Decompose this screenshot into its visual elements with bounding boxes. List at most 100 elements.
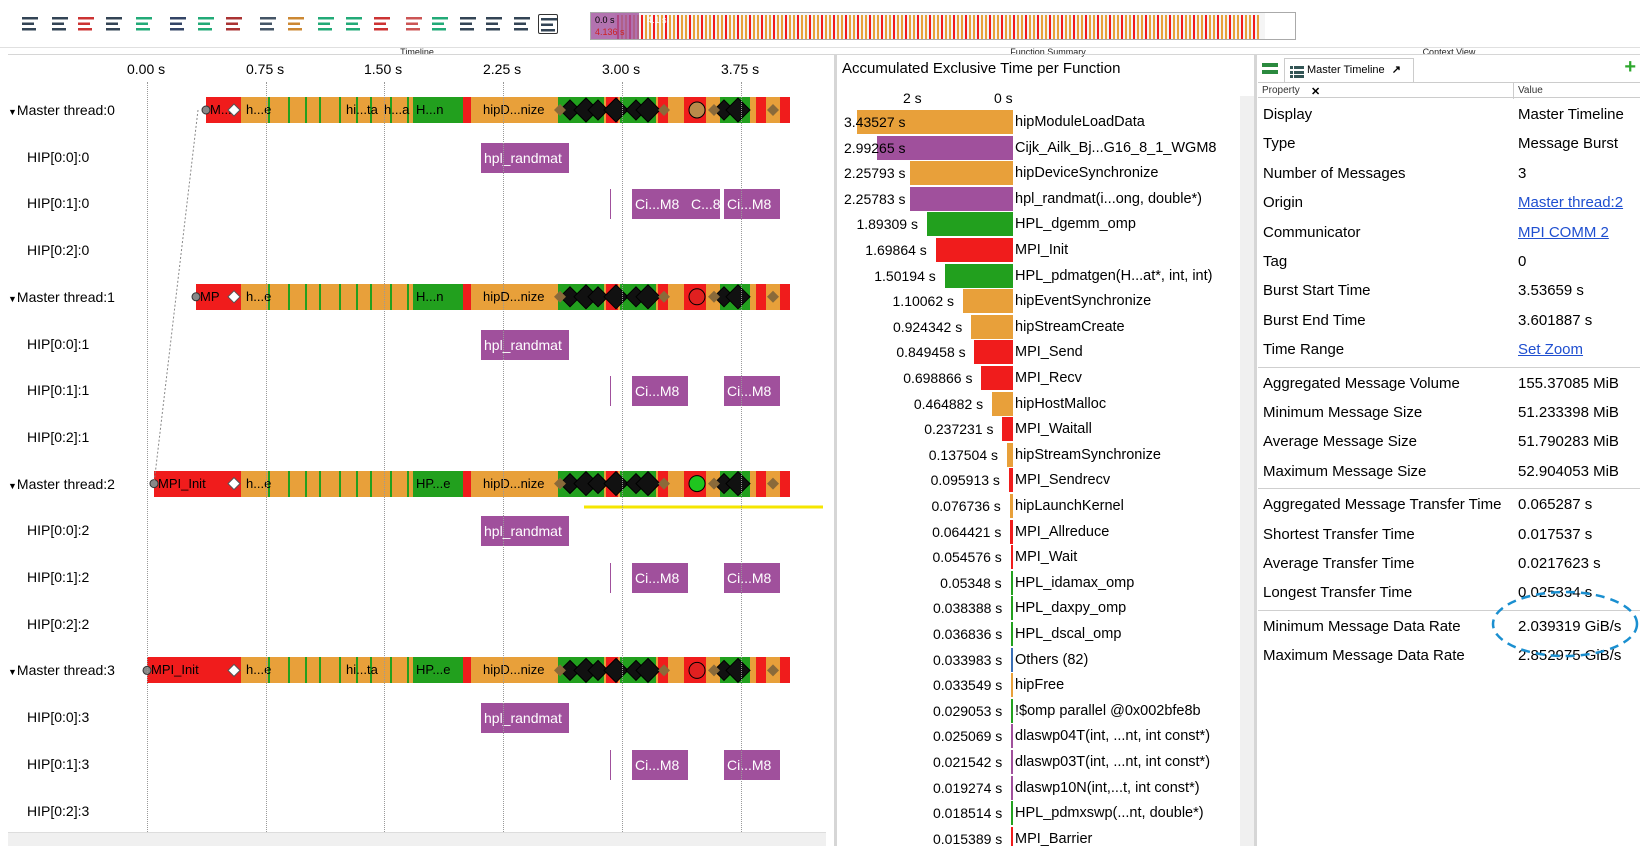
timeline-view-icon[interactable]: [1262, 62, 1278, 76]
expand-caret-icon[interactable]: ▼: [8, 481, 17, 491]
master-thread-activity-bar[interactable]: M... h...e hi...ta h...a H...n hipD...nize: [206, 97, 790, 123]
grid-icon[interactable]: [404, 14, 424, 34]
function-summary-row[interactable]: 0.025069 s dlaswp04T(int, ...nt, int cons…: [842, 724, 1240, 749]
tab-master-timeline[interactable]: Master Timeline ↗ ✕: [1284, 58, 1414, 98]
function-summary-row[interactable]: 0.237231 s MPI_Waitall: [842, 417, 1240, 442]
gpu-kernel-box[interactable]: hpl_randmat: [481, 516, 569, 547]
property-link[interactable]: Set Zoom: [1518, 335, 1583, 365]
master-thread-activity-bar[interactable]: MP h...e H...n hipD...nize: [196, 283, 790, 310]
gpu-kernel-box[interactable]: Ci...M8: [724, 563, 780, 593]
function-summary-row[interactable]: 1.10062 s hipEventSynchronize: [842, 289, 1240, 314]
hip-stream-label[interactable]: HIP[0:2]:2: [27, 616, 89, 632]
function-summary-row[interactable]: 0.033549 s hipFree: [842, 673, 1240, 698]
function-summary-row[interactable]: 0.019274 s dlaswp10N(int,...t, int const*…: [842, 775, 1240, 800]
hip-stream-label[interactable]: HIP[0:0]:1: [27, 336, 89, 352]
hip-stream-label[interactable]: HIP[0:1]:1: [27, 382, 89, 398]
counter-timeline-icon[interactable]: [76, 14, 96, 34]
function-summary-row[interactable]: 0.018514 s HPL_pdmxswp(...nt, double*): [842, 801, 1240, 826]
hierarchy-icon[interactable]: [430, 14, 450, 34]
timeline-horizontal-scrollbar[interactable]: [8, 832, 826, 846]
function-summary-row[interactable]: 0.076736 s hipLaunchKernel: [842, 494, 1240, 518]
hip-stream-label[interactable]: HIP[0:2]:3: [27, 803, 89, 819]
function-summary-row[interactable]: 0.033983 s Others (82): [842, 647, 1240, 672]
hip-stream-label[interactable]: HIP[0:0]:3: [27, 709, 89, 725]
gpu-kernel-box[interactable]: C...8: [688, 189, 720, 220]
hip-stream-label[interactable]: HIP[0:0]:0: [27, 149, 89, 165]
zoom-icon[interactable]: [258, 14, 278, 34]
performance-radar-icon[interactable]: [104, 14, 124, 34]
master-thread-label[interactable]: ▼Master thread:0: [8, 102, 115, 118]
hip-stream-label[interactable]: HIP[0:2]:0: [27, 242, 89, 258]
expand-caret-icon[interactable]: ▼: [8, 107, 17, 117]
function-summary-row[interactable]: 0.015389 s MPI_Barrier: [842, 826, 1240, 846]
function-summary-row[interactable]: 0.038388 s HPL_daxpy_omp: [842, 596, 1240, 621]
function-summary-row[interactable]: 1.50194 s HPL_pdmatgen(H...at*, int, int): [842, 263, 1240, 288]
function-summary-row[interactable]: 2.25783 s hpl_randmat(i...ong, double*): [842, 186, 1240, 211]
sort-icon[interactable]: [372, 14, 392, 34]
function-summary-row[interactable]: 0.064421 s MPI_Allreduce: [842, 519, 1240, 544]
function-summary-row[interactable]: 0.021542 s dlaswp03T(int, ...nt, int cons…: [842, 750, 1240, 774]
function-summary-row[interactable]: 1.69864 s MPI_Init: [842, 238, 1240, 262]
function-summary-row[interactable]: 0.05348 s HPL_idamax_omp: [842, 570, 1240, 595]
expand-caret-icon[interactable]: ▼: [8, 294, 17, 304]
gpu-kernel-box[interactable]: Ci...M8: [632, 189, 688, 220]
hip-stream-label[interactable]: HIP[0:1]:0: [27, 195, 89, 211]
master-thread-activity-bar[interactable]: MPI_Init h...e hi...ta HP...e hipD...nize: [147, 657, 790, 684]
function-summary-scrollbar[interactable]: [1240, 96, 1254, 846]
function-summary-row[interactable]: 2.99265 s Cijk_Ailk_Bj...G16_8_1_WGM8: [842, 135, 1240, 160]
gpu-kernel-box[interactable]: Ci...M8: [632, 376, 688, 407]
pin-icon[interactable]: ↗: [1392, 64, 1401, 76]
pin-icon[interactable]: [512, 14, 532, 34]
panel-splitter[interactable]: [1254, 54, 1257, 846]
call-tree-icon[interactable]: [168, 14, 188, 34]
add-tab-icon[interactable]: +: [1624, 58, 1636, 79]
master-thread-activity-bar[interactable]: MPI_Init h...e HP...e hipD...nize: [154, 470, 790, 497]
function-timeline-icon[interactable]: [50, 14, 70, 34]
expand-caret-icon[interactable]: ▼: [8, 667, 17, 677]
gpu-kernel-box[interactable]: Ci...M8: [632, 563, 688, 593]
function-summary-row[interactable]: 0.029053 s !$omp parallel @0x002bfe8b: [842, 698, 1240, 723]
hip-stream-label[interactable]: HIP[0:1]:2: [27, 569, 89, 585]
chart-icon[interactable]: [134, 14, 154, 34]
tree-icon[interactable]: [458, 14, 478, 34]
hip-stream-label[interactable]: HIP[0:2]:1: [27, 429, 89, 445]
function-summary-row[interactable]: 2.25793 s hipDeviceSynchronize: [842, 161, 1240, 186]
gpu-kernel-box[interactable]: Ci...M8: [632, 749, 688, 780]
function-summary-row[interactable]: 0.849458 s MPI_Send: [842, 340, 1240, 365]
notes-icon[interactable]: [538, 14, 558, 34]
master-thread-label[interactable]: ▼Master thread:1: [8, 289, 115, 305]
function-summary-row[interactable]: 1.89309 s HPL_dgemm_omp: [842, 212, 1240, 237]
home-icon[interactable]: [286, 14, 306, 34]
function-summary-row[interactable]: 0.137504 s hipStreamSynchronize: [842, 442, 1240, 467]
hip-stream-label[interactable]: HIP[0:0]:2: [27, 522, 89, 538]
function-summary-row[interactable]: 0.924342 s hipStreamCreate: [842, 314, 1240, 339]
message-icon[interactable]: [316, 14, 336, 34]
property-value: 51.233398 MiB: [1518, 404, 1619, 421]
panel-splitter[interactable]: [834, 54, 837, 846]
overview-timeline[interactable]: 0.0 s 4.136 s 4.1 s: [590, 12, 1296, 40]
gpu-kernel-box[interactable]: hpl_randmat: [481, 142, 569, 173]
hip-stream-label[interactable]: HIP[0:1]:3: [27, 756, 89, 772]
filter-icon[interactable]: [344, 14, 364, 34]
master-thread-label[interactable]: ▼Master thread:2: [8, 476, 115, 492]
communication-matrix-icon[interactable]: [224, 14, 244, 34]
property-link[interactable]: MPI COMM 2: [1518, 218, 1609, 248]
property-link[interactable]: Master thread:2: [1518, 188, 1623, 218]
gpu-kernel-box[interactable]: Ci...M8: [724, 376, 780, 407]
master-thread-label[interactable]: ▼Master thread:3: [8, 662, 115, 678]
function-summary-row[interactable]: 3.43527 s hipModuleLoadData: [842, 110, 1240, 134]
activity-label: HP...e: [416, 475, 451, 491]
gpu-kernel-box[interactable]: hpl_randmat: [481, 329, 569, 360]
function-summary-row[interactable]: 0.036836 s HPL_dscal_omp: [842, 622, 1240, 646]
function-summary-row[interactable]: 0.698866 s MPI_Recv: [842, 366, 1240, 390]
function-summary-row[interactable]: 0.464882 s hipHostMalloc: [842, 391, 1240, 416]
list-icon[interactable]: [484, 14, 504, 34]
gpu-kernel-box[interactable]: hpl_randmat: [481, 703, 569, 734]
timeline-panel[interactable]: 0.00 s 0.75 s 1.50 s 2.25 s 3.00 s 3.75 s ▼Ma…: [8, 58, 826, 846]
process-timeline-icon[interactable]: [20, 14, 40, 34]
gpu-kernel-box[interactable]: Ci...M8: [724, 749, 780, 780]
message-summary-icon[interactable]: [196, 14, 216, 34]
gpu-kernel-box[interactable]: Ci...M8: [724, 189, 780, 220]
function-summary-row[interactable]: 0.095913 s MPI_Sendrecv: [842, 468, 1240, 493]
function-summary-row[interactable]: 0.054576 s MPI_Wait: [842, 545, 1240, 570]
